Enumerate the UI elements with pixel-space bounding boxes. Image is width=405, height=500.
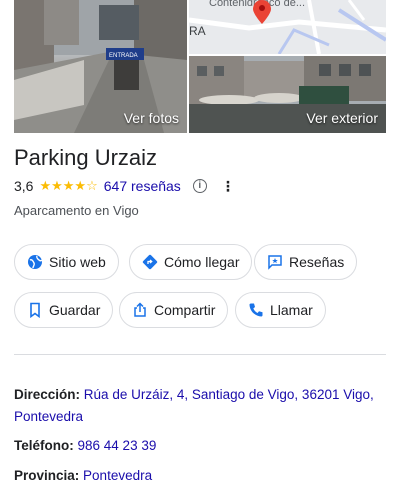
share-button[interactable]: Compartir bbox=[119, 292, 229, 328]
save-button[interactable]: Guardar bbox=[14, 292, 114, 328]
directions-button[interactable]: Cómo llegar bbox=[129, 244, 253, 280]
reviews-count-link[interactable]: 647 reseñas bbox=[104, 178, 181, 194]
map-illustration: Contenidranco de... RA bbox=[189, 0, 386, 54]
photo-street-entrance[interactable]: ENTRADA Ver fotos bbox=[14, 0, 187, 133]
province-label: Provincia: bbox=[14, 468, 80, 483]
place-title: Parking Urzaiz bbox=[14, 145, 158, 170]
map-area-label: RA bbox=[189, 24, 206, 38]
phone-icon bbox=[248, 302, 264, 318]
call-button[interactable]: Llamar bbox=[235, 292, 326, 328]
website-button[interactable]: Sitio web bbox=[14, 244, 119, 280]
province-line: Provincia: Pontevedra bbox=[14, 465, 374, 487]
rating-row: 3,6 ★★★★☆ 647 reseñas i ⋮ bbox=[14, 177, 235, 195]
globe-icon bbox=[27, 254, 43, 270]
share-label: Compartir bbox=[154, 302, 216, 318]
phone-link[interactable]: 986 44 23 39 bbox=[78, 438, 157, 453]
reviews-label: Reseñas bbox=[289, 254, 345, 270]
phone-label: Teléfono: bbox=[14, 438, 74, 453]
view-photos-link[interactable]: Ver fotos bbox=[124, 110, 179, 126]
place-category: Aparcamento en Vigo bbox=[14, 203, 139, 218]
address-label: Dirección: bbox=[14, 387, 81, 402]
share-icon bbox=[132, 302, 148, 318]
province-link[interactable]: Pontevedra bbox=[83, 468, 152, 483]
directions-icon bbox=[142, 254, 158, 270]
section-divider bbox=[14, 354, 386, 355]
phone-line: Teléfono: 986 44 23 39 bbox=[14, 435, 374, 457]
review-icon bbox=[267, 254, 283, 270]
directions-label: Cómo llegar bbox=[164, 254, 240, 270]
star-rating-icon: ★★★★☆ bbox=[39, 178, 98, 193]
photo-exterior[interactable]: Ver exterior bbox=[189, 56, 386, 133]
call-label: Llamar bbox=[270, 302, 313, 318]
map-thumbnail[interactable]: Contenidranco de... RA bbox=[189, 0, 386, 54]
website-label: Sitio web bbox=[49, 254, 106, 270]
rating-value: 3,6 bbox=[14, 178, 34, 194]
view-exterior-link[interactable]: Ver exterior bbox=[306, 110, 378, 126]
address-line: Dirección: Rúa de Urzáiz, 4, Santiago de… bbox=[14, 384, 374, 428]
entrance-sign-text: ENTRADA bbox=[109, 53, 138, 59]
save-label: Guardar bbox=[49, 302, 101, 318]
bookmark-icon bbox=[27, 302, 43, 318]
reviews-button[interactable]: Reseñas bbox=[254, 244, 358, 280]
more-options-icon[interactable]: ⋮ bbox=[221, 179, 235, 193]
info-icon[interactable]: i bbox=[192, 179, 207, 193]
